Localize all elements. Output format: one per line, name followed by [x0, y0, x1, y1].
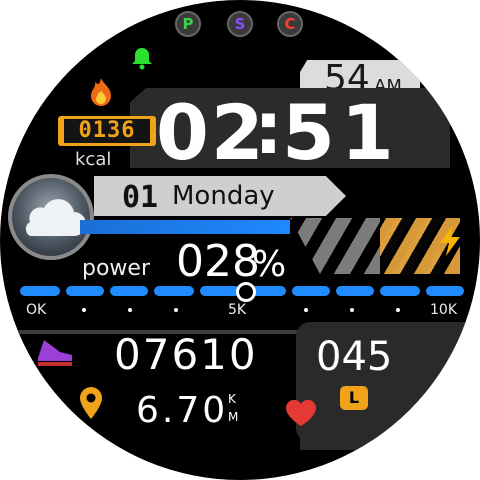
s-button[interactable]: S: [227, 11, 253, 37]
watch-face: P S C 54 AM 02 : 51 0136 kcal 01 Monday: [0, 0, 480, 480]
power-value: 028: [176, 236, 260, 287]
progress-segment: [426, 286, 464, 296]
progress-segment: [154, 286, 194, 296]
power-label: power: [82, 256, 150, 281]
calories-value[interactable]: 0136: [64, 119, 150, 143]
scale-dot: [174, 308, 178, 312]
progress-segment: [20, 286, 60, 296]
scale-mid: 5K: [228, 302, 247, 318]
progress-segment: [110, 286, 148, 296]
scale-dot: [128, 308, 132, 312]
steps-value[interactable]: 07610: [114, 330, 258, 379]
progress-segment: [292, 286, 330, 296]
distance-value[interactable]: 6.70: [136, 390, 228, 431]
heart-rate-value[interactable]: 045: [316, 334, 392, 380]
accent-bar: [80, 220, 290, 234]
heart-rate-panel-base: [300, 390, 480, 450]
heart-icon: [285, 399, 317, 426]
distance-unit-k: K: [228, 392, 236, 406]
s-button-label: S: [234, 15, 246, 33]
power-unit: %: [252, 244, 287, 285]
date-day: 01: [122, 180, 159, 215]
scale-min: OK: [26, 302, 47, 318]
shoe-icon: [38, 340, 72, 366]
heart-rate-level-badge: L: [340, 386, 368, 410]
progress-segment: [200, 286, 240, 296]
progress-marker: [236, 282, 256, 302]
flame-icon: [91, 78, 111, 106]
scale-dot: [350, 308, 354, 312]
date-weekday: Monday: [172, 181, 275, 211]
time-separator: :: [254, 86, 283, 170]
lightning-icon: [440, 226, 460, 256]
scale-dot: [304, 308, 308, 312]
bell-icon[interactable]: [128, 44, 156, 72]
p-button-label: P: [182, 15, 194, 33]
location-pin-icon: [80, 387, 102, 419]
time-minutes: 51: [282, 88, 400, 177]
distance-unit-m: M: [228, 410, 239, 424]
progress-segment: [66, 286, 104, 296]
p-button[interactable]: P: [175, 11, 201, 37]
weather-widget[interactable]: [8, 174, 94, 260]
progress-segment: [380, 286, 420, 296]
calories-unit: kcal: [75, 149, 112, 170]
scale-dot: [82, 308, 86, 312]
scale-max: 10K: [430, 302, 457, 318]
c-button[interactable]: C: [277, 11, 303, 37]
progress-segment: [336, 286, 374, 296]
c-button-label: C: [284, 15, 296, 33]
cloud-icon: [25, 199, 86, 236]
time-hours: 02: [156, 88, 266, 177]
scale-dot: [396, 308, 400, 312]
